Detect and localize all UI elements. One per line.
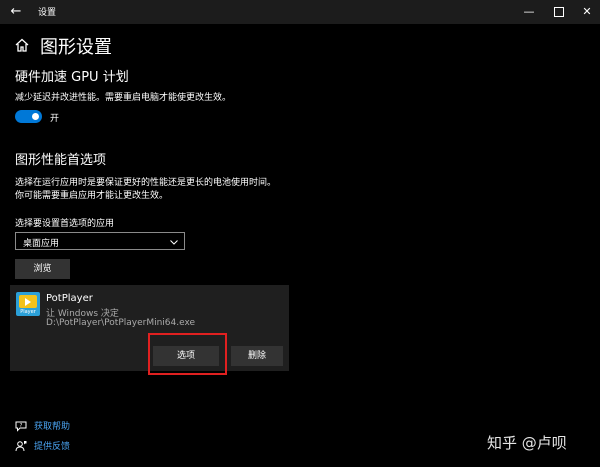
minimize-button[interactable]: — [514,0,544,24]
delete-button[interactable]: 删除 [231,346,283,366]
options-highlight-box [148,333,227,375]
preference-description-line1: 选择在运行应用时是要保证更好的性能还是更长的电池使用时间。 [15,178,277,188]
app-icon-label: Player [20,309,36,315]
title-bar: ← 设置 — ✕ [0,0,600,24]
back-arrow-icon[interactable]: ← [6,2,26,22]
svg-text:?: ? [20,423,23,429]
app-name: PotPlayer [46,293,93,304]
maximize-icon [554,7,564,17]
gpu-scheduling-toggle[interactable] [15,110,42,123]
chevron-down-icon [170,240,178,245]
gpu-scheduling-heading: 硬件加速 GPU 计划 [15,70,129,85]
potplayer-app-icon: Player [16,292,40,316]
toggle-state-label: 开 [50,114,60,124]
window-title: 设置 [38,8,57,18]
help-chat-icon: ? [15,421,27,432]
app-path: D:\PotPlayer\PotPlayerMini64.exe [46,318,196,328]
browse-button[interactable]: 浏览 [15,259,70,279]
gpu-scheduling-description: 减少延迟并改进性能。需要重启电脑才能使更改生效。 [15,93,232,103]
app-type-select-label: 选择要设置首选项的应用 [15,219,115,229]
preference-heading: 图形性能首选项 [15,153,107,168]
maximize-button[interactable] [544,0,574,24]
give-feedback-label: 提供反馈 [34,442,71,452]
toggle-knob [32,113,39,120]
app-type-dropdown[interactable]: 桌面应用 [15,232,185,250]
settings-window: ← 设置 — ✕ 图形设置 硬件加速 GPU 计划 减少延迟并改进性能。需要重启… [0,0,600,467]
page-title: 图形设置 [40,37,112,58]
get-help-label: 获取帮助 [34,422,71,432]
preference-description-line2: 你可能需要重启应用才能让更改生效。 [15,191,169,201]
app-type-selected-value: 桌面应用 [23,239,60,249]
close-button[interactable]: ✕ [572,0,600,24]
watermark: 知乎 @卢呗 [487,434,567,452]
feedback-person-icon [15,441,27,452]
home-icon[interactable] [14,37,30,53]
